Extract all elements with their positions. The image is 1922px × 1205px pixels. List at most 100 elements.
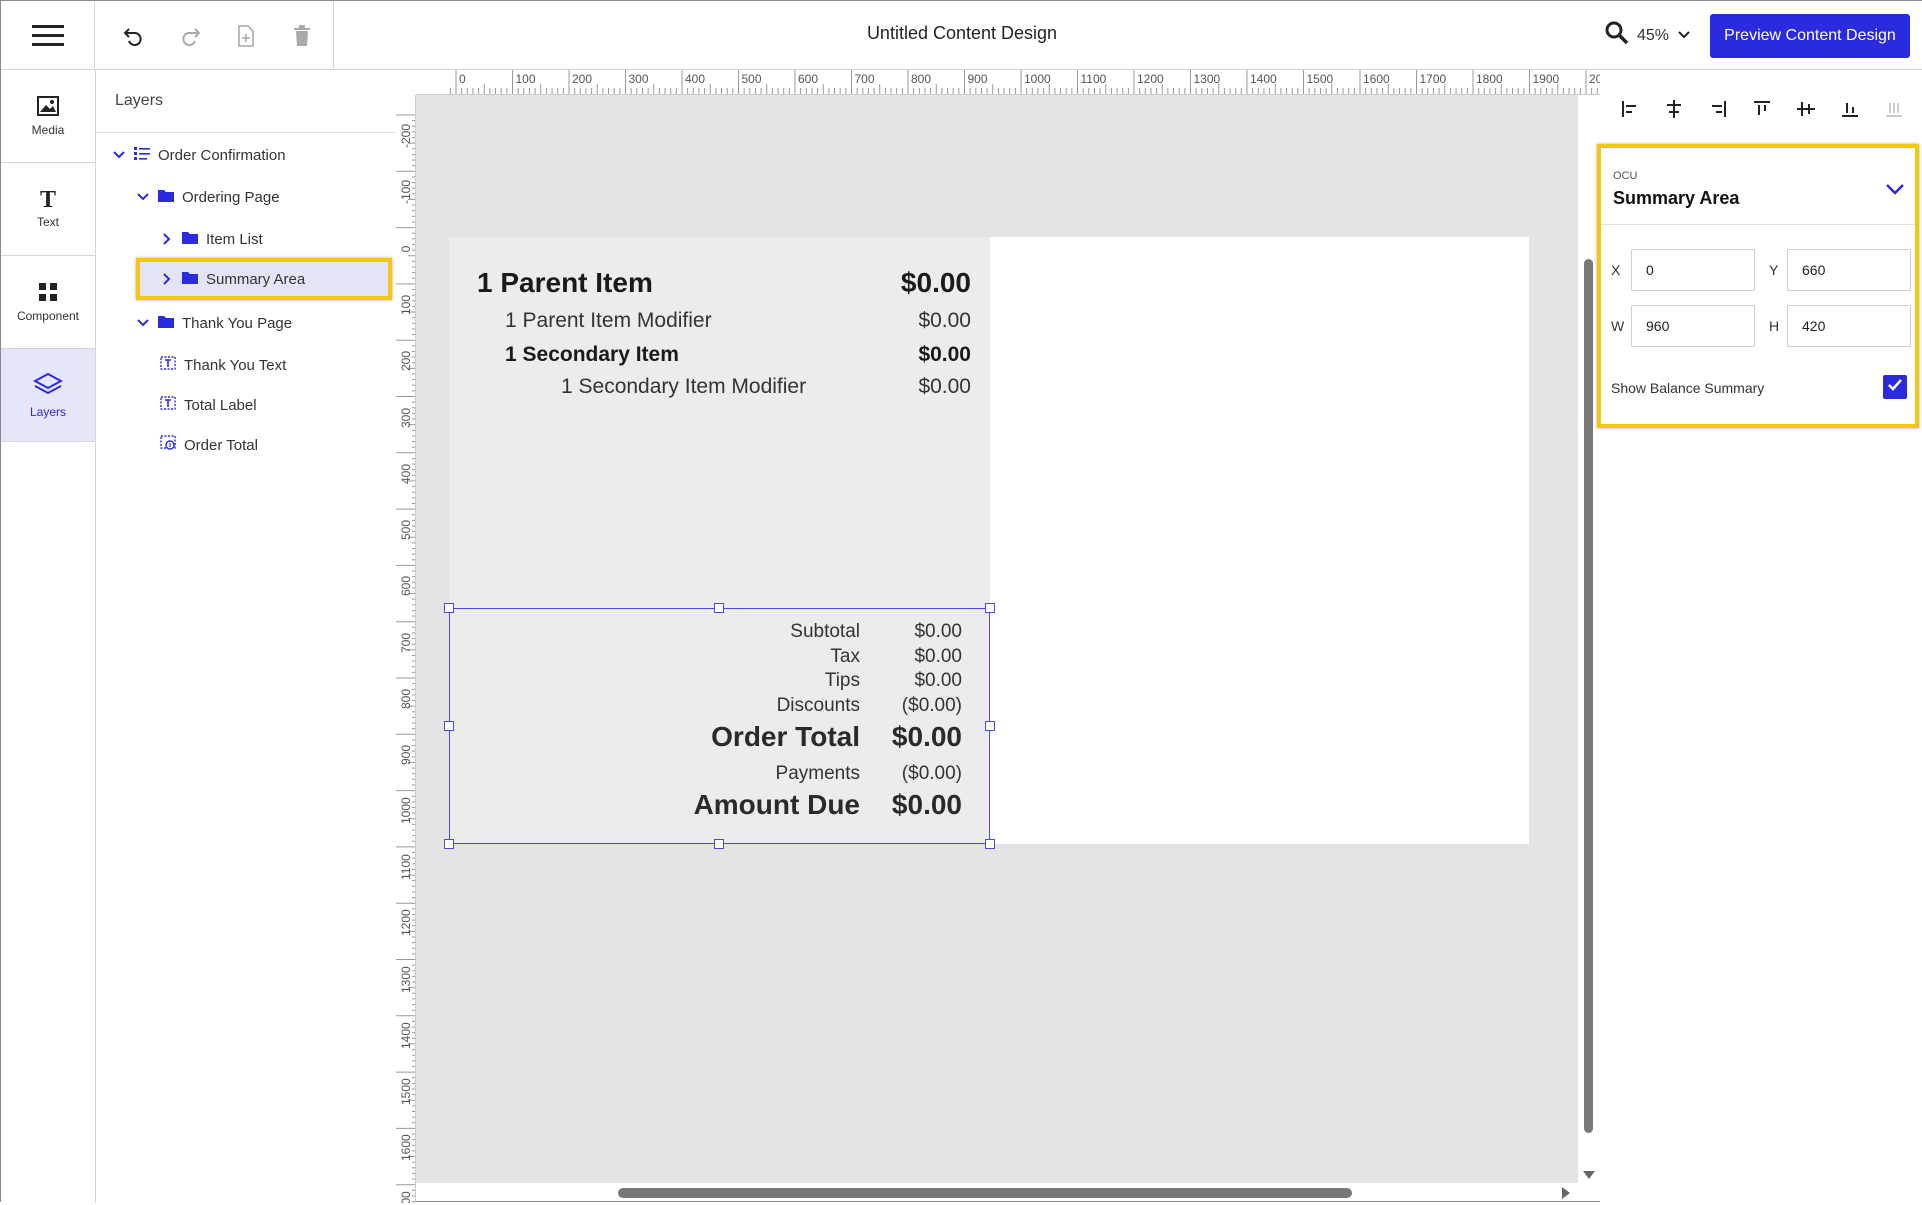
- y-field[interactable]: [1787, 249, 1911, 291]
- chevron-down-icon[interactable]: [112, 148, 126, 162]
- sidebar-item-component[interactable]: Component: [1, 256, 95, 349]
- ruler-label: 1600: [399, 1134, 413, 1162]
- ruler-label: 1000: [399, 796, 413, 824]
- ruler-label: 300: [628, 72, 649, 86]
- app-window: Untitled Content Design 45% Preview Cont…: [0, 0, 1922, 1205]
- vertical-scrollbar-thumb[interactable]: [1584, 259, 1593, 1133]
- layer-total-label[interactable]: Total Label: [160, 390, 257, 420]
- divider: [96, 132, 396, 133]
- ruler-label: 800: [911, 72, 932, 86]
- layer-ordering-page[interactable]: Ordering Page: [136, 182, 280, 212]
- divider: [1601, 224, 1915, 225]
- chevron-down-icon[interactable]: [136, 190, 150, 204]
- layer-label: Summary Area: [206, 270, 306, 288]
- chevron-down-icon[interactable]: [1677, 27, 1691, 45]
- text-box-icon: [160, 356, 176, 374]
- ruler-label: 1400: [1250, 72, 1277, 86]
- ruler-label: 200: [399, 351, 413, 372]
- folder-icon: [182, 231, 198, 248]
- scroll-right-arrow-icon[interactable]: [1561, 1186, 1571, 1205]
- zoom-control[interactable]: 45%: [1605, 21, 1691, 50]
- layer-label: Thank You Page: [182, 314, 293, 332]
- resize-handle-right[interactable]: [985, 721, 995, 731]
- sidebar-item-label: Component: [16, 308, 80, 323]
- resize-handle-top-left[interactable]: [444, 603, 454, 613]
- text-t-icon: T: [39, 187, 56, 213]
- element-name: Summary Area: [1613, 188, 1740, 208]
- sidebar-item-media[interactable]: Media: [1, 70, 95, 163]
- checkmark-icon: [1887, 378, 1903, 397]
- selection-box[interactable]: [449, 608, 990, 844]
- resize-handle-left[interactable]: [444, 721, 454, 731]
- sidebar-item-label: Media: [31, 122, 65, 137]
- ruler-label: 100: [399, 294, 413, 315]
- search-icon[interactable]: [1605, 21, 1629, 50]
- ruler-label: 700: [854, 72, 875, 86]
- scroll-down-arrow-icon[interactable]: [1582, 1167, 1596, 1185]
- resize-handle-bottom-left[interactable]: [444, 839, 454, 849]
- layer-order-confirmation[interactable]: Order Confirmation: [112, 140, 286, 170]
- ruler-label: 1100: [399, 854, 413, 880]
- folder-icon: [182, 271, 198, 288]
- layer-thank-you-text[interactable]: Thank You Text: [160, 350, 286, 380]
- chevron-right-icon[interactable]: [160, 272, 174, 286]
- ruler-label: 0: [459, 72, 466, 86]
- list-settings-icon: [134, 146, 150, 164]
- ruler-label: 1700: [1419, 72, 1447, 86]
- preview-content-design-button[interactable]: Preview Content Design: [1710, 14, 1910, 58]
- zoom-value[interactable]: 45%: [1637, 27, 1669, 45]
- align-center-horizontal-icon[interactable]: [1658, 94, 1690, 124]
- ruler-label: 1000: [1024, 72, 1051, 86]
- horizontal-ruler: 0 100 200 300 400 500 600 700 800 900 1000 1100 1200…: [416, 70, 1601, 95]
- ruler-label: 800: [399, 688, 413, 710]
- layer-item-list[interactable]: Item List: [160, 224, 263, 254]
- ruler-label: 1200: [399, 909, 413, 937]
- image-icon: [37, 95, 59, 119]
- vertical-ruler: -200 -100 0 100 200 300 400 500 600 700 800 900 1000…: [396, 95, 416, 1203]
- folder-icon: [158, 189, 174, 206]
- ruler-label: 500: [399, 520, 413, 541]
- chevron-down-icon[interactable]: [136, 316, 150, 330]
- data-field-icon: [160, 435, 176, 455]
- layer-label: Thank You Text: [184, 356, 287, 374]
- ruler-label: 300: [399, 407, 413, 428]
- element-type: OCU: [1613, 170, 1638, 182]
- layer-thank-you-page[interactable]: Thank You Page: [136, 308, 292, 338]
- tool-sidebar: Media T Text Component Layers: [1, 70, 96, 1203]
- ruler-label: -200: [399, 123, 413, 148]
- ruler-label: 1100: [1080, 72, 1107, 86]
- layers-title: Layers: [115, 92, 164, 109]
- show-balance-summary-checkbox[interactable]: [1883, 375, 1907, 399]
- align-top-icon[interactable]: [1746, 94, 1778, 124]
- align-right-icon[interactable]: [1702, 94, 1734, 124]
- chevron-down-icon[interactable]: [1885, 182, 1905, 201]
- top-bar: Untitled Content Design 45% Preview Cont…: [1, 1, 1922, 70]
- ruler-label: 600: [399, 576, 413, 597]
- x-field[interactable]: [1631, 249, 1755, 291]
- align-middle-vertical-icon[interactable]: [1790, 94, 1822, 124]
- ruler-label: 500: [741, 72, 762, 86]
- layer-summary-area[interactable]: Summary Area: [136, 258, 392, 300]
- resize-handle-top-right[interactable]: [985, 603, 995, 613]
- chevron-right-icon[interactable]: [160, 232, 174, 246]
- ruler-label: 1600: [1363, 72, 1390, 86]
- resize-handle-top[interactable]: [714, 603, 724, 613]
- ruler-label: 1300: [399, 965, 413, 993]
- width-field[interactable]: [1631, 305, 1755, 347]
- sidebar-item-layers[interactable]: Layers: [1, 349, 95, 442]
- horizontal-scrollbar-thumb[interactable]: [618, 1188, 1352, 1198]
- distribute-icon[interactable]: [1878, 94, 1910, 124]
- resize-handle-bottom[interactable]: [714, 839, 724, 849]
- align-bottom-icon[interactable]: [1834, 94, 1866, 124]
- sidebar-item-text[interactable]: T Text: [1, 163, 95, 256]
- ruler-label: 400: [399, 463, 413, 484]
- resize-handle-bottom-right[interactable]: [985, 839, 995, 849]
- ruler-label: 1900: [1532, 72, 1560, 86]
- layer-order-total[interactable]: Order Total: [160, 430, 258, 460]
- h-label: H: [1769, 318, 1780, 334]
- w-label: W: [1611, 318, 1625, 334]
- ruler-label: 1500: [1306, 72, 1334, 86]
- align-left-icon[interactable]: [1614, 94, 1646, 124]
- height-field[interactable]: [1787, 305, 1911, 347]
- ruler-label: 0: [399, 245, 413, 252]
